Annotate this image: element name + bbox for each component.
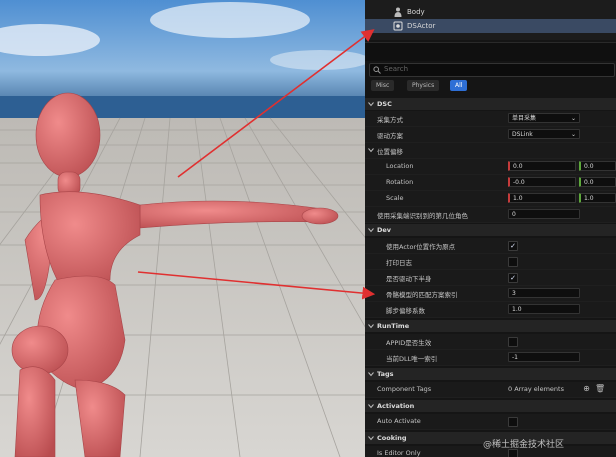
arrow-to-bone-match (137, 271, 376, 300)
annotation-arrows (137, 29, 376, 300)
arrow-to-dsactor (177, 29, 375, 178)
watermark: @稀土掘金技术社区 (483, 440, 565, 450)
